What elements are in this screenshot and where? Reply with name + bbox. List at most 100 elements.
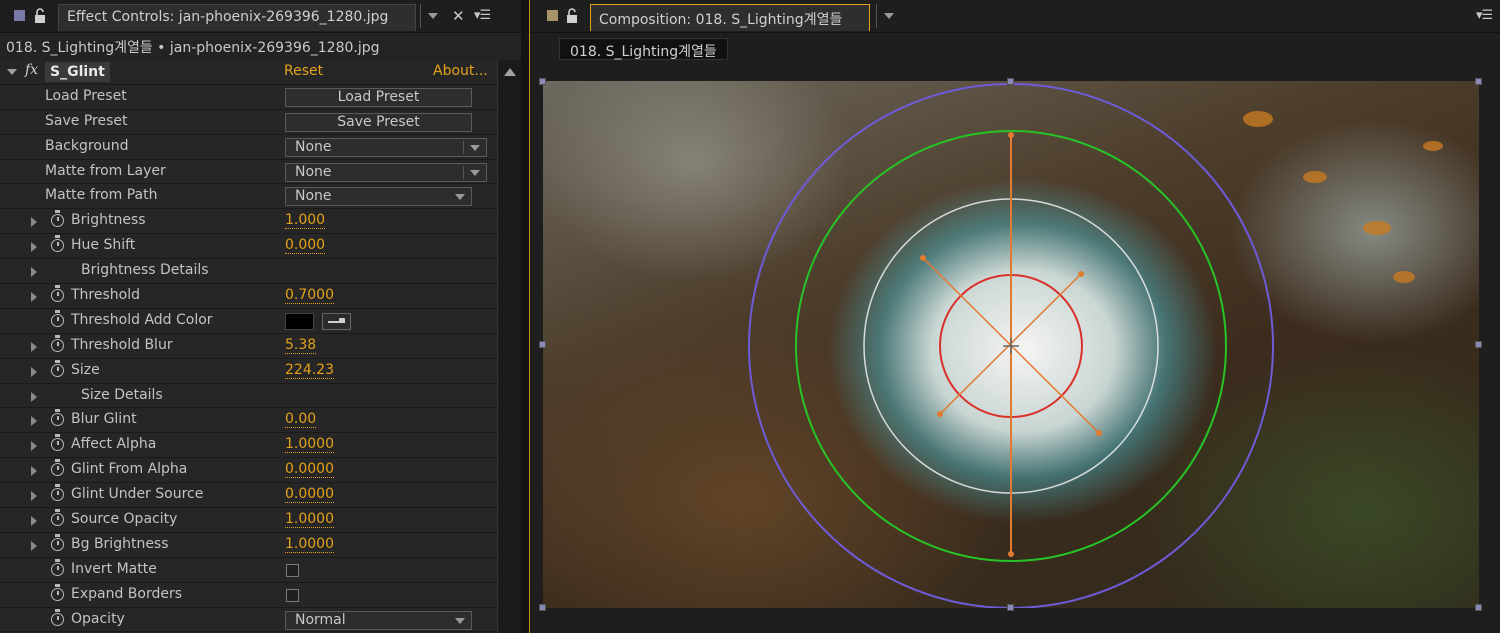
glint-under-source-value[interactable]: 0.0000 — [285, 486, 334, 504]
panel-divider[interactable] — [521, 0, 529, 633]
background-select[interactable]: None — [285, 137, 487, 157]
about-link[interactable]: About... — [433, 63, 488, 79]
ray-handle[interactable] — [1096, 430, 1102, 436]
twirl-icon[interactable] — [31, 466, 37, 477]
reset-link[interactable]: Reset — [284, 63, 323, 79]
twirl-icon[interactable] — [31, 242, 37, 253]
twirl-icon[interactable] — [31, 416, 37, 427]
panel-color-icon — [547, 10, 558, 21]
composition-breadcrumb[interactable]: 018. S_Lighting계열들 — [559, 38, 728, 60]
property-label: Opacity — [71, 610, 125, 627]
property-label: Affect Alpha — [71, 436, 157, 453]
layer-bounds-handle[interactable] — [1475, 604, 1482, 611]
tab-composition[interactable]: Composition: 018. S_Lighting계열들 — [590, 4, 870, 31]
select-separator — [463, 140, 464, 154]
effect-twirl-icon[interactable] — [7, 69, 17, 75]
ray-handle[interactable] — [937, 411, 943, 417]
tab-effect-controls-label: Effect Controls: jan-phoenix-269396_1280… — [67, 9, 389, 25]
lock-icon[interactable] — [566, 8, 580, 24]
property-row-opacity: Opacity Normal — [0, 607, 497, 633]
tab-composition-label: Composition: 018. S_Lighting계열들 — [599, 12, 843, 28]
stopwatch-icon[interactable] — [51, 558, 64, 576]
twirl-icon[interactable] — [31, 292, 37, 303]
bg-brightness-value[interactable]: 1.0000 — [285, 536, 334, 553]
layer-bounds-handle[interactable] — [1475, 341, 1482, 348]
select-value: None — [295, 188, 332, 205]
composition-viewer[interactable] — [543, 81, 1479, 608]
stopwatch-icon[interactable] — [51, 533, 64, 551]
stopwatch-icon[interactable] — [51, 235, 64, 253]
layer-bounds-handle[interactable] — [1007, 604, 1014, 611]
stopwatch-icon[interactable] — [51, 210, 64, 228]
twirl-icon[interactable] — [31, 267, 37, 278]
stopwatch-icon[interactable] — [51, 484, 64, 502]
twirl-icon[interactable] — [31, 217, 37, 228]
twirl-icon[interactable] — [31, 491, 37, 502]
opacity-blend-select[interactable]: Normal — [285, 610, 472, 630]
property-row-load-preset: Load Preset Load Preset — [0, 84, 497, 110]
threshold-value[interactable]: 0.7000 — [285, 287, 334, 305]
panel-menu-icon[interactable]: ▾☰ — [1476, 8, 1493, 23]
vertical-scrollbar[interactable] — [497, 60, 521, 633]
lock-icon[interactable] — [34, 8, 48, 24]
ray-handle[interactable] — [1008, 132, 1014, 138]
save-preset-button[interactable]: Save Preset — [285, 112, 472, 132]
blur-glint-value[interactable]: 0.00 — [285, 411, 317, 429]
property-group-label: Brightness Details — [81, 262, 209, 279]
tab-effect-controls[interactable]: Effect Controls: jan-phoenix-269396_1280… — [58, 4, 416, 31]
layer-bounds-handle[interactable] — [1475, 78, 1482, 85]
threshold-blur-value[interactable]: 5.38 — [285, 337, 317, 354]
twirl-icon[interactable] — [31, 341, 37, 352]
invert-matte-checkbox[interactable] — [286, 563, 299, 577]
layer-bounds-handle[interactable] — [1007, 78, 1014, 85]
tab-dropdown-button[interactable] — [876, 4, 900, 28]
property-row-brightness-details: Brightness Details — [0, 259, 497, 285]
ray-handle[interactable] — [1078, 271, 1084, 277]
glint-from-alpha-value[interactable]: 0.0000 — [285, 461, 334, 479]
stopwatch-icon[interactable] — [51, 509, 64, 527]
affect-alpha-value[interactable]: 1.0000 — [285, 436, 334, 454]
matte-from-path-select[interactable]: None — [285, 187, 472, 207]
size-value[interactable]: 224.23 — [285, 362, 334, 379]
stopwatch-icon[interactable] — [51, 309, 64, 327]
layer-bounds-handle[interactable] — [539, 604, 546, 611]
stopwatch-icon[interactable] — [51, 434, 64, 452]
twirl-icon[interactable] — [31, 516, 37, 527]
tab-dropdown-button[interactable] — [420, 4, 444, 28]
stopwatch-icon[interactable] — [51, 359, 64, 377]
stopwatch-icon[interactable] — [51, 608, 64, 626]
twirl-icon[interactable] — [31, 366, 37, 377]
chevron-down-icon — [470, 169, 480, 176]
effect-name[interactable]: S_Glint — [45, 62, 110, 82]
twirl-icon[interactable] — [31, 441, 37, 452]
layer-path-label: 018. S_Lighting계열들 • jan-phoenix-269396_… — [6, 40, 380, 56]
ray-handle[interactable] — [920, 255, 926, 261]
property-label: Brightness — [71, 212, 146, 229]
layer-bounds-handle[interactable] — [539, 341, 546, 348]
property-row-bg-brightness: Bg Brightness 1.0000 — [0, 532, 497, 558]
expand-borders-checkbox[interactable] — [286, 588, 299, 602]
property-label: Source Opacity — [71, 511, 178, 528]
close-icon[interactable]: ✕ — [452, 7, 465, 25]
load-preset-button[interactable]: Load Preset — [285, 87, 472, 107]
fx-toggle-icon[interactable]: fx — [25, 62, 38, 78]
scroll-up-icon[interactable] — [504, 68, 516, 76]
brightness-value[interactable]: 1.000 — [285, 212, 326, 230]
layer-bounds-handle[interactable] — [539, 78, 546, 85]
hue-shift-value[interactable]: 0.000 — [285, 237, 326, 255]
matte-from-layer-select[interactable]: None — [285, 162, 487, 182]
property-label: Bg Brightness — [71, 535, 169, 552]
stopwatch-icon[interactable] — [51, 459, 64, 477]
stopwatch-icon[interactable] — [51, 409, 64, 427]
twirl-icon[interactable] — [31, 540, 37, 551]
panel-menu-icon[interactable]: ▾☰ — [474, 8, 491, 23]
stopwatch-icon[interactable] — [51, 334, 64, 352]
ray-handle[interactable] — [1008, 551, 1014, 557]
color-swatch[interactable] — [285, 312, 314, 330]
property-label: Expand Borders — [71, 585, 183, 602]
twirl-icon[interactable] — [31, 391, 37, 402]
source-opacity-value[interactable]: 1.0000 — [285, 511, 334, 529]
stopwatch-icon[interactable] — [51, 583, 64, 601]
stopwatch-icon[interactable] — [51, 285, 64, 303]
eyedropper-icon[interactable] — [322, 312, 351, 330]
